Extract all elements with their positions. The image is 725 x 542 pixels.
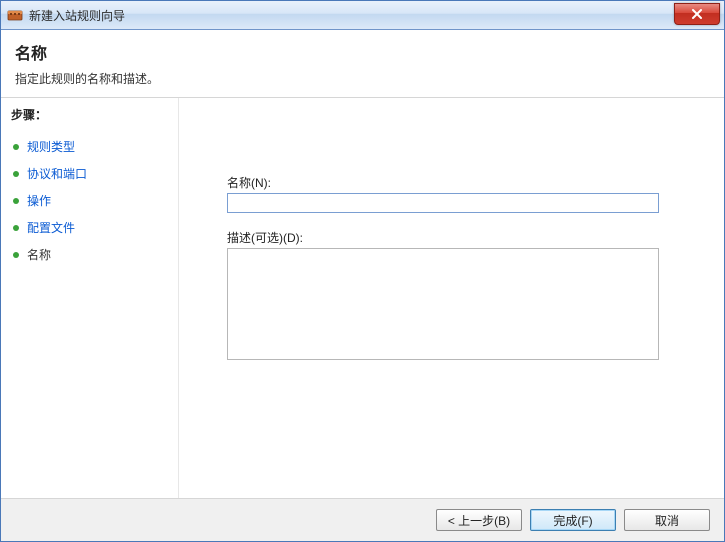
page-subtitle: 指定此规则的名称和描述。 bbox=[15, 70, 710, 87]
back-button[interactable]: < 上一步(B) bbox=[436, 509, 522, 531]
description-textarea[interactable] bbox=[227, 248, 659, 360]
bullet-icon bbox=[13, 198, 19, 204]
bullet-icon bbox=[13, 225, 19, 231]
wizard-body: 步骤： 规则类型 协议和端口 操作 配置文件 bbox=[1, 98, 724, 498]
wizard-header: 名称 指定此规则的名称和描述。 bbox=[1, 30, 724, 98]
name-field-row: 名称(N): bbox=[227, 174, 696, 213]
step-label: 规则类型 bbox=[27, 138, 75, 155]
step-action[interactable]: 操作 bbox=[11, 187, 168, 214]
bullet-icon bbox=[13, 171, 19, 177]
description-label: 描述(可选)(D): bbox=[227, 229, 696, 246]
page-title: 名称 bbox=[15, 40, 710, 64]
steps-heading: 步骤： bbox=[11, 106, 168, 123]
name-label: 名称(N): bbox=[227, 174, 696, 191]
close-icon bbox=[691, 7, 703, 22]
step-protocol-port[interactable]: 协议和端口 bbox=[11, 160, 168, 187]
step-label: 操作 bbox=[27, 192, 51, 209]
wizard-footer: < 上一步(B) 完成(F) 取消 bbox=[1, 498, 724, 541]
window-title: 新建入站规则向导 bbox=[29, 7, 125, 24]
wizard-window: 新建入站规则向导 名称 指定此规则的名称和描述。 步骤： 规则类型 bbox=[0, 0, 725, 542]
steps-list: 规则类型 协议和端口 操作 配置文件 名称 bbox=[11, 133, 168, 268]
main-panel: 名称(N): 描述(可选)(D): bbox=[179, 98, 724, 498]
step-name: 名称 bbox=[11, 241, 168, 268]
step-rule-type[interactable]: 规则类型 bbox=[11, 133, 168, 160]
description-field-row: 描述(可选)(D): bbox=[227, 229, 696, 363]
step-label: 名称 bbox=[27, 246, 51, 263]
step-label: 协议和端口 bbox=[27, 165, 87, 182]
bullet-icon bbox=[13, 144, 19, 150]
close-button[interactable] bbox=[674, 3, 720, 25]
name-input[interactable] bbox=[227, 193, 659, 213]
cancel-button[interactable]: 取消 bbox=[624, 509, 710, 531]
bullet-icon bbox=[13, 252, 19, 258]
app-icon bbox=[7, 7, 23, 23]
step-profile[interactable]: 配置文件 bbox=[11, 214, 168, 241]
finish-button[interactable]: 完成(F) bbox=[530, 509, 616, 531]
step-label: 配置文件 bbox=[27, 219, 75, 236]
titlebar: 新建入站规则向导 bbox=[1, 1, 724, 30]
sidebar: 步骤： 规则类型 协议和端口 操作 配置文件 bbox=[1, 98, 179, 498]
